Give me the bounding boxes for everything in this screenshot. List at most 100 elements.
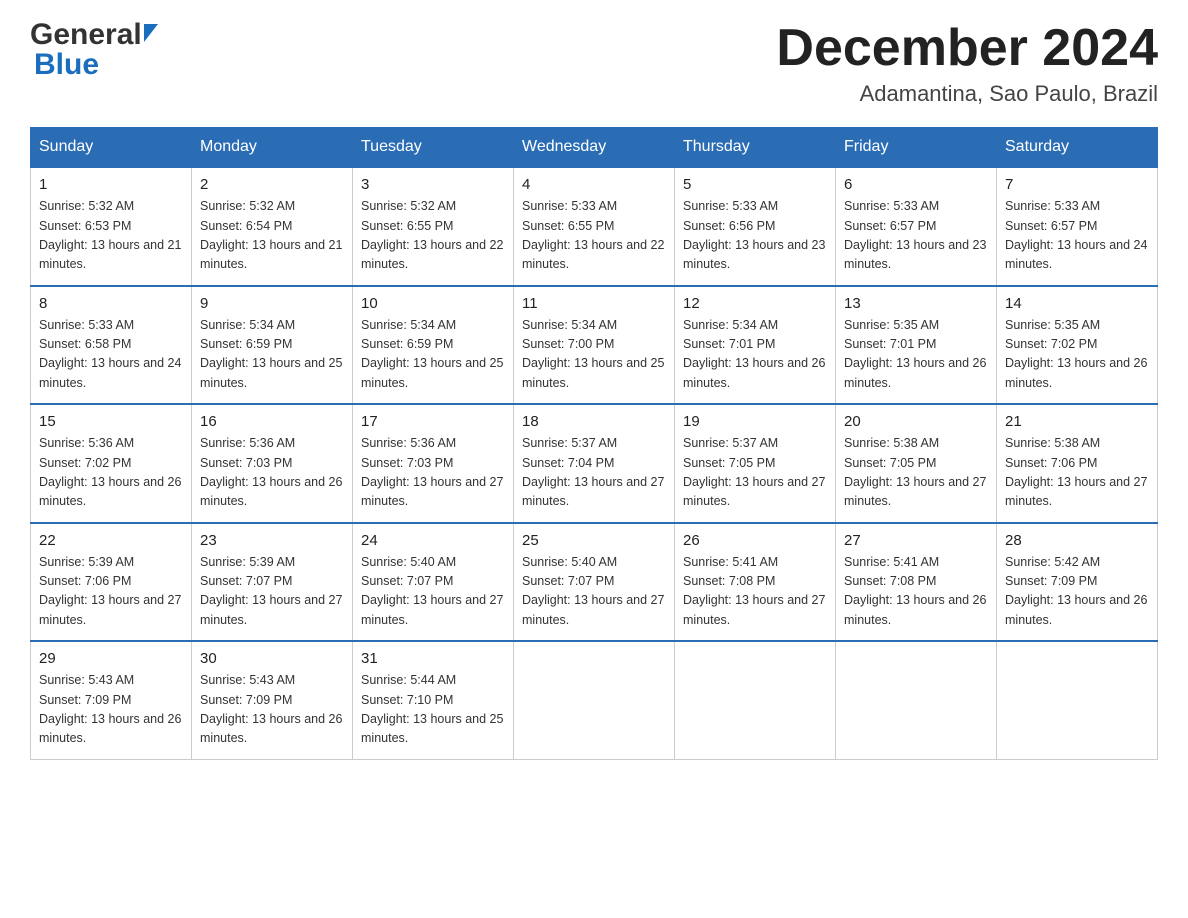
calendar-week-row: 22 Sunrise: 5:39 AM Sunset: 7:06 PM Dayl… (31, 523, 1158, 642)
day-number: 30 (200, 650, 344, 667)
day-number: 16 (200, 413, 344, 430)
calendar-day-cell: 25 Sunrise: 5:40 AM Sunset: 7:07 PM Dayl… (514, 523, 675, 642)
calendar-day-cell: 27 Sunrise: 5:41 AM Sunset: 7:08 PM Dayl… (836, 523, 997, 642)
calendar-day-cell: 22 Sunrise: 5:39 AM Sunset: 7:06 PM Dayl… (31, 523, 192, 642)
calendar-day-cell: 18 Sunrise: 5:37 AM Sunset: 7:04 PM Dayl… (514, 404, 675, 523)
day-number: 21 (1005, 413, 1149, 430)
day-info: Sunrise: 5:36 AM Sunset: 7:03 PM Dayligh… (200, 434, 344, 512)
col-wednesday: Wednesday (514, 128, 675, 168)
day-number: 3 (361, 176, 505, 193)
calendar-day-cell: 1 Sunrise: 5:32 AM Sunset: 6:53 PM Dayli… (31, 167, 192, 286)
day-info: Sunrise: 5:33 AM Sunset: 6:58 PM Dayligh… (39, 316, 183, 394)
day-info: Sunrise: 5:43 AM Sunset: 7:09 PM Dayligh… (39, 671, 183, 749)
calendar-day-cell: 16 Sunrise: 5:36 AM Sunset: 7:03 PM Dayl… (192, 404, 353, 523)
day-number: 11 (522, 295, 666, 312)
day-number: 5 (683, 176, 827, 193)
day-number: 14 (1005, 295, 1149, 312)
calendar-day-cell: 14 Sunrise: 5:35 AM Sunset: 7:02 PM Dayl… (997, 286, 1158, 405)
day-number: 13 (844, 295, 988, 312)
day-info: Sunrise: 5:41 AM Sunset: 7:08 PM Dayligh… (844, 553, 988, 631)
col-saturday: Saturday (997, 128, 1158, 168)
day-info: Sunrise: 5:32 AM Sunset: 6:53 PM Dayligh… (39, 197, 183, 275)
calendar-day-cell: 8 Sunrise: 5:33 AM Sunset: 6:58 PM Dayli… (31, 286, 192, 405)
calendar-day-cell: 23 Sunrise: 5:39 AM Sunset: 7:07 PM Dayl… (192, 523, 353, 642)
day-info: Sunrise: 5:41 AM Sunset: 7:08 PM Dayligh… (683, 553, 827, 631)
day-number: 31 (361, 650, 505, 667)
day-number: 22 (39, 532, 183, 549)
day-number: 4 (522, 176, 666, 193)
calendar-day-cell: 30 Sunrise: 5:43 AM Sunset: 7:09 PM Dayl… (192, 641, 353, 759)
day-info: Sunrise: 5:35 AM Sunset: 7:01 PM Dayligh… (844, 316, 988, 394)
calendar-day-cell: 21 Sunrise: 5:38 AM Sunset: 7:06 PM Dayl… (997, 404, 1158, 523)
calendar-day-cell: 29 Sunrise: 5:43 AM Sunset: 7:09 PM Dayl… (31, 641, 192, 759)
day-number: 19 (683, 413, 827, 430)
day-info: Sunrise: 5:37 AM Sunset: 7:04 PM Dayligh… (522, 434, 666, 512)
calendar-day-cell: 15 Sunrise: 5:36 AM Sunset: 7:02 PM Dayl… (31, 404, 192, 523)
logo: General Blue (30, 20, 158, 82)
day-number: 1 (39, 176, 183, 193)
calendar-day-cell: 13 Sunrise: 5:35 AM Sunset: 7:01 PM Dayl… (836, 286, 997, 405)
day-info: Sunrise: 5:38 AM Sunset: 7:05 PM Dayligh… (844, 434, 988, 512)
calendar-title: December 2024 (776, 20, 1158, 77)
day-number: 24 (361, 532, 505, 549)
day-number: 12 (683, 295, 827, 312)
day-info: Sunrise: 5:35 AM Sunset: 7:02 PM Dayligh… (1005, 316, 1149, 394)
calendar-day-cell: 2 Sunrise: 5:32 AM Sunset: 6:54 PM Dayli… (192, 167, 353, 286)
day-number: 27 (844, 532, 988, 549)
day-number: 25 (522, 532, 666, 549)
day-number: 17 (361, 413, 505, 430)
calendar-day-cell: 6 Sunrise: 5:33 AM Sunset: 6:57 PM Dayli… (836, 167, 997, 286)
day-info: Sunrise: 5:34 AM Sunset: 7:01 PM Dayligh… (683, 316, 827, 394)
day-number: 29 (39, 650, 183, 667)
logo-general-text: General (30, 20, 142, 50)
calendar-day-cell: 5 Sunrise: 5:33 AM Sunset: 6:56 PM Dayli… (675, 167, 836, 286)
day-info: Sunrise: 5:32 AM Sunset: 6:55 PM Dayligh… (361, 197, 505, 275)
day-number: 8 (39, 295, 183, 312)
day-info: Sunrise: 5:39 AM Sunset: 7:06 PM Dayligh… (39, 553, 183, 631)
day-number: 2 (200, 176, 344, 193)
day-info: Sunrise: 5:33 AM Sunset: 6:57 PM Dayligh… (1005, 197, 1149, 275)
calendar-week-row: 29 Sunrise: 5:43 AM Sunset: 7:09 PM Dayl… (31, 641, 1158, 759)
day-info: Sunrise: 5:40 AM Sunset: 7:07 PM Dayligh… (361, 553, 505, 631)
title-area: December 2024 Adamantina, Sao Paulo, Bra… (776, 20, 1158, 107)
col-tuesday: Tuesday (353, 128, 514, 168)
day-number: 7 (1005, 176, 1149, 193)
day-info: Sunrise: 5:37 AM Sunset: 7:05 PM Dayligh… (683, 434, 827, 512)
calendar-day-cell: 24 Sunrise: 5:40 AM Sunset: 7:07 PM Dayl… (353, 523, 514, 642)
calendar-day-cell: 7 Sunrise: 5:33 AM Sunset: 6:57 PM Dayli… (997, 167, 1158, 286)
calendar-day-cell: 3 Sunrise: 5:32 AM Sunset: 6:55 PM Dayli… (353, 167, 514, 286)
day-info: Sunrise: 5:42 AM Sunset: 7:09 PM Dayligh… (1005, 553, 1149, 631)
day-info: Sunrise: 5:43 AM Sunset: 7:09 PM Dayligh… (200, 671, 344, 749)
day-number: 23 (200, 532, 344, 549)
day-number: 18 (522, 413, 666, 430)
calendar-header-row: Sunday Monday Tuesday Wednesday Thursday… (31, 128, 1158, 168)
logo-triangle-icon (144, 24, 158, 42)
calendar-day-cell (675, 641, 836, 759)
day-number: 10 (361, 295, 505, 312)
day-info: Sunrise: 5:32 AM Sunset: 6:54 PM Dayligh… (200, 197, 344, 275)
day-info: Sunrise: 5:34 AM Sunset: 6:59 PM Dayligh… (361, 316, 505, 394)
col-thursday: Thursday (675, 128, 836, 168)
logo-blue-text: Blue (34, 48, 99, 81)
calendar-subtitle: Adamantina, Sao Paulo, Brazil (776, 81, 1158, 107)
calendar-day-cell: 31 Sunrise: 5:44 AM Sunset: 7:10 PM Dayl… (353, 641, 514, 759)
day-info: Sunrise: 5:40 AM Sunset: 7:07 PM Dayligh… (522, 553, 666, 631)
calendar-week-row: 1 Sunrise: 5:32 AM Sunset: 6:53 PM Dayli… (31, 167, 1158, 286)
col-monday: Monday (192, 128, 353, 168)
calendar-day-cell: 26 Sunrise: 5:41 AM Sunset: 7:08 PM Dayl… (675, 523, 836, 642)
day-number: 15 (39, 413, 183, 430)
calendar-day-cell: 17 Sunrise: 5:36 AM Sunset: 7:03 PM Dayl… (353, 404, 514, 523)
day-info: Sunrise: 5:36 AM Sunset: 7:03 PM Dayligh… (361, 434, 505, 512)
day-info: Sunrise: 5:44 AM Sunset: 7:10 PM Dayligh… (361, 671, 505, 749)
day-info: Sunrise: 5:33 AM Sunset: 6:56 PM Dayligh… (683, 197, 827, 275)
col-friday: Friday (836, 128, 997, 168)
day-info: Sunrise: 5:39 AM Sunset: 7:07 PM Dayligh… (200, 553, 344, 631)
calendar-day-cell: 4 Sunrise: 5:33 AM Sunset: 6:55 PM Dayli… (514, 167, 675, 286)
day-number: 20 (844, 413, 988, 430)
day-info: Sunrise: 5:38 AM Sunset: 7:06 PM Dayligh… (1005, 434, 1149, 512)
day-info: Sunrise: 5:33 AM Sunset: 6:57 PM Dayligh… (844, 197, 988, 275)
calendar-table: Sunday Monday Tuesday Wednesday Thursday… (30, 127, 1158, 760)
day-info: Sunrise: 5:36 AM Sunset: 7:02 PM Dayligh… (39, 434, 183, 512)
calendar-day-cell (514, 641, 675, 759)
col-sunday: Sunday (31, 128, 192, 168)
